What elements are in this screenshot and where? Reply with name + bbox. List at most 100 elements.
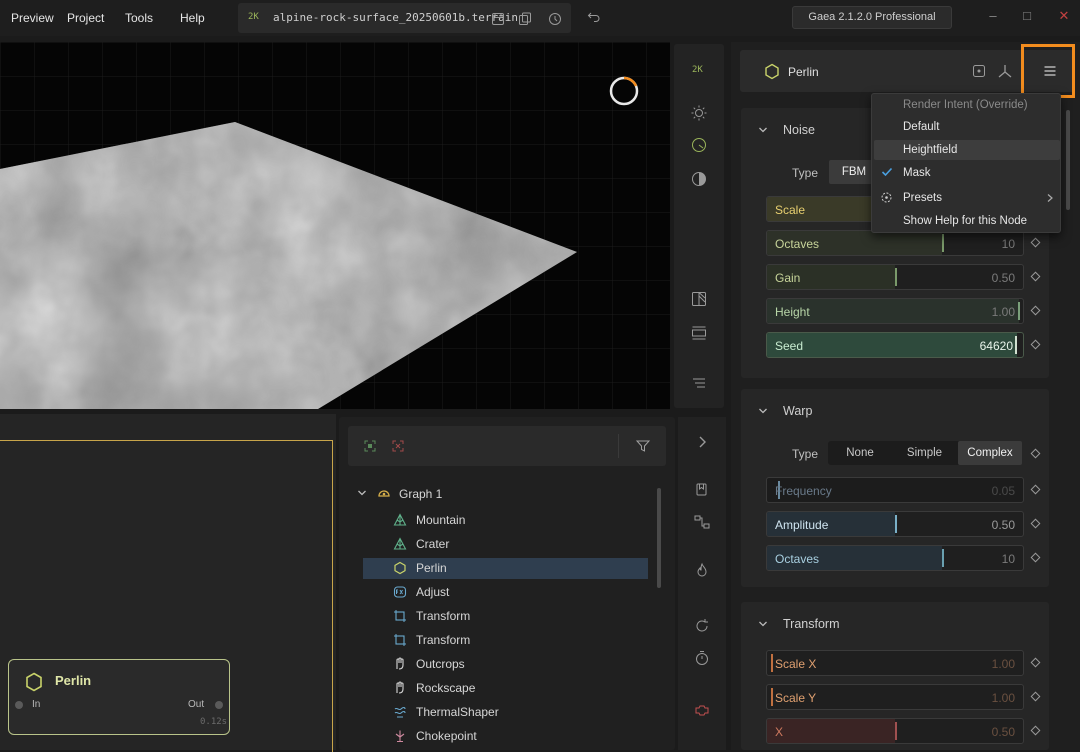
chevron-right-icon[interactable]: [693, 433, 711, 451]
explorer-scrollbar[interactable]: [657, 488, 661, 588]
menu-item-help[interactable]: Show Help for this Node: [903, 215, 1027, 227]
amplitude-label: Amplitude: [775, 518, 829, 532]
warp-type-simple[interactable]: Simple: [892, 441, 957, 465]
menu-item-mask[interactable]: Mask: [903, 167, 930, 179]
x-slider[interactable]: X 0.50: [766, 718, 1024, 744]
render-intent-header: Render Intent (Override): [903, 99, 1028, 111]
menu-preview[interactable]: Preview: [11, 11, 54, 25]
chevron-right-icon: [1047, 194, 1053, 202]
history-icon[interactable]: [548, 12, 562, 26]
chevron-down-icon[interactable]: [758, 406, 768, 416]
terrain-view: [0, 42, 670, 409]
transform-section-title[interactable]: Transform: [783, 617, 840, 631]
tree-item-mountain[interactable]: Mountain: [363, 510, 648, 531]
graph-node-perlin[interactable]: Perlin In Out 0.12s: [8, 659, 230, 735]
menu-item-heightfield[interactable]: Heightfield: [903, 144, 957, 156]
perlin-hex-icon: [394, 561, 406, 575]
hand-icon: [396, 681, 404, 694]
chokepoint-icon: [395, 730, 405, 743]
graph-icon: [378, 490, 390, 497]
chevron-down-icon[interactable]: [758, 125, 768, 135]
menu-item-presets[interactable]: Presets: [903, 192, 942, 204]
menu-project[interactable]: Project: [67, 11, 104, 25]
menu-help[interactable]: Help: [180, 11, 205, 25]
duplicate-icon[interactable]: [518, 12, 532, 26]
noise-section-title[interactable]: Noise: [783, 123, 815, 137]
scale-x-slider[interactable]: Scale X 1.00: [766, 650, 1024, 676]
refresh-icon[interactable]: [693, 617, 711, 635]
transform-icon: [394, 610, 406, 622]
shading-icon[interactable]: [690, 170, 708, 188]
nodes-icon[interactable]: [693, 513, 711, 531]
tree-item-crater[interactable]: Crater: [363, 534, 648, 555]
output-port[interactable]: [215, 701, 223, 709]
menu-button-highlight: [1021, 44, 1075, 98]
warp-type-none[interactable]: None: [828, 441, 892, 465]
properties-scrollbar[interactable]: [1066, 110, 1070, 210]
warp-octaves-slider[interactable]: Octaves 10: [766, 545, 1024, 571]
tree-item-label: Crater: [416, 537, 450, 551]
amplitude-slider[interactable]: Amplitude 0.50: [766, 511, 1024, 537]
menu-item-default[interactable]: Default: [903, 121, 939, 133]
output-label: Out: [188, 699, 205, 710]
tree-item-outcrops[interactable]: Outcrops: [363, 654, 648, 675]
undo-icon[interactable]: [587, 9, 601, 23]
gain-value: 0.50: [991, 271, 1015, 285]
render-mode-icon[interactable]: [690, 136, 708, 154]
axis-icon[interactable]: [997, 63, 1013, 79]
minimize-button[interactable]: –: [986, 9, 1000, 23]
seed-slider[interactable]: Seed 64620: [766, 332, 1024, 358]
close-button[interactable]: ✕: [1057, 9, 1071, 23]
filter-icon[interactable]: [635, 438, 651, 454]
chevron-down-icon[interactable]: [758, 619, 768, 629]
input-port[interactable]: [15, 701, 23, 709]
3d-viewport[interactable]: [0, 42, 670, 409]
resolution-badge: 2K: [248, 12, 259, 22]
fire-icon[interactable]: [693, 562, 711, 580]
collapse-all-icon[interactable]: [392, 440, 404, 452]
octaves-value: 10: [1001, 237, 1015, 251]
hand-icon: [396, 657, 404, 670]
frequency-label: Frequency: [775, 484, 832, 498]
tree-item-transform[interactable]: Transform: [363, 630, 648, 651]
menu-tools[interactable]: Tools: [125, 11, 153, 25]
tree-item-label: Transform: [416, 633, 471, 647]
preview-icon[interactable]: [971, 63, 987, 79]
save-icon[interactable]: [491, 12, 505, 26]
scale-x-value: 1.00: [991, 657, 1015, 671]
tree-item-label: Adjust: [416, 585, 450, 599]
warp-type-selector[interactable]: None Simple Complex: [828, 441, 1022, 465]
list-icon[interactable]: [690, 374, 708, 392]
frequency-slider[interactable]: Frequency 0.05: [766, 477, 1024, 503]
tree-item-thermalshaper[interactable]: ThermalShaper: [363, 702, 648, 723]
scale-y-label: Scale Y: [775, 691, 817, 705]
tree-item-perlin[interactable]: Perlin: [363, 558, 648, 579]
maximize-button[interactable]: □: [1020, 9, 1034, 23]
split-view-icon[interactable]: [690, 290, 708, 308]
bookmark-icon[interactable]: [693, 481, 711, 499]
file-name: alpine-rock-surface_20250601b.terrain: [273, 11, 519, 24]
tree-item-transform[interactable]: Transform: [363, 606, 648, 627]
expand-all-icon[interactable]: [364, 440, 376, 452]
engine-icon[interactable]: [693, 701, 711, 719]
chevron-down-icon[interactable]: [357, 488, 367, 498]
tree-item-label: Rockscape: [416, 681, 476, 695]
warp-section-title[interactable]: Warp: [783, 404, 812, 418]
warp-type-complex[interactable]: Complex: [958, 441, 1022, 465]
timer-icon[interactable]: [693, 649, 711, 667]
height-slider[interactable]: Height 1.00: [766, 298, 1024, 324]
seed-value: 64620: [979, 339, 1013, 353]
tree-item-adjust[interactable]: Adjust: [363, 582, 648, 603]
node-name-field[interactable]: Perlin: [788, 65, 819, 79]
resolution-toggle[interactable]: 2K: [692, 65, 703, 75]
x-label: X: [775, 725, 784, 739]
tree-item-rockscape[interactable]: Rockscape: [363, 678, 648, 699]
sun-icon[interactable]: [690, 104, 708, 122]
scale-y-slider[interactable]: Scale Y 1.00: [766, 684, 1024, 710]
tree-item-chokepoint[interactable]: Chokepoint: [363, 726, 648, 747]
graph-root-label[interactable]: Graph 1: [399, 487, 442, 501]
menu-item-highlight: [874, 140, 1060, 160]
layout-icon[interactable]: [690, 324, 708, 342]
gain-slider[interactable]: Gain 0.50: [766, 264, 1024, 290]
octaves-slider[interactable]: Octaves 10: [766, 230, 1024, 256]
